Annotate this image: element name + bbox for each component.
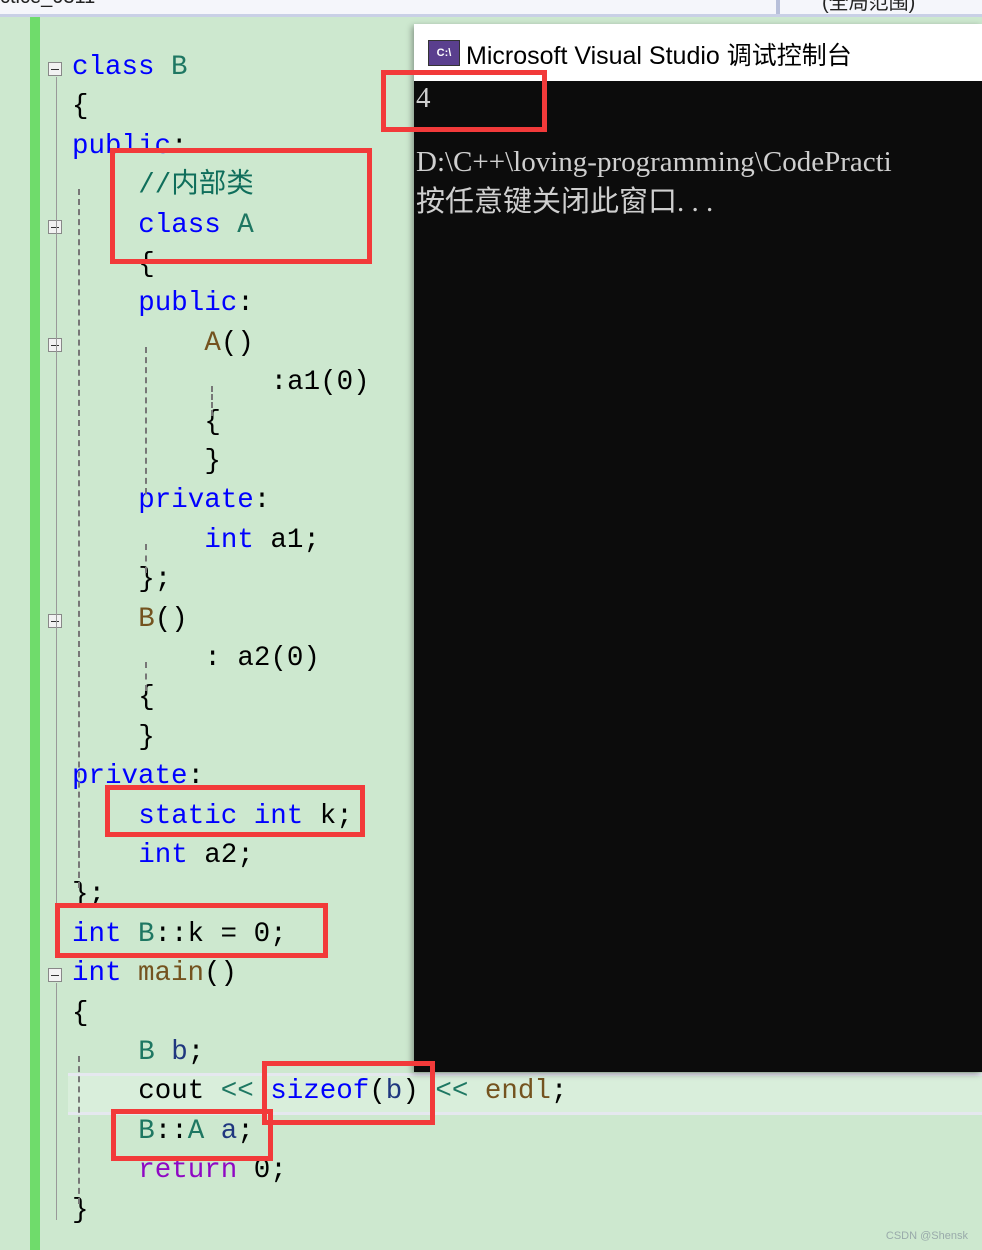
code-line[interactable]: int a1; — [204, 524, 320, 558]
code-line[interactable]: int a2; — [138, 839, 254, 873]
code-token: () — [154, 603, 188, 635]
code-token: << — [435, 1076, 469, 1108]
code-token: () — [220, 327, 254, 359]
console-output-line: 按任意键关闭此窗口. . . — [416, 186, 714, 218]
code-token: cout — [138, 1076, 205, 1108]
console-app-icon: C:\ — [428, 40, 460, 66]
code-line[interactable]: A() — [204, 327, 254, 361]
highlight-box-inner-instance — [111, 1109, 273, 1161]
code-line[interactable]: } — [72, 1194, 89, 1228]
code-token: a1; — [253, 524, 320, 556]
code-token: }; — [138, 564, 172, 596]
code-token: ; — [550, 1076, 568, 1108]
highlight-box-static-init — [55, 903, 328, 958]
indent-guide — [145, 662, 147, 692]
collapse-icon[interactable] — [48, 337, 62, 352]
code-token: main — [138, 958, 205, 990]
code-line[interactable]: class B — [72, 51, 188, 85]
collapse-icon[interactable] — [48, 62, 62, 76]
highlight-box-static-member — [105, 785, 365, 837]
code-token: int — [72, 958, 122, 990]
fold-range-line — [56, 628, 57, 747]
code-token: { — [72, 997, 89, 1029]
highlight-box-sizeof — [262, 1061, 435, 1125]
code-token: A — [204, 327, 221, 359]
highlight-box-output — [381, 70, 547, 132]
code-token: ) — [353, 367, 370, 399]
tab-separator — [776, 0, 780, 14]
editor-tab-bar: ctice_0311 (全局范围) — [0, 0, 982, 17]
console-title: Microsoft Visual Studio 调试控制台 — [466, 42, 852, 70]
code-token: : — [237, 288, 254, 320]
code-line[interactable]: { — [72, 90, 89, 124]
code-token: } — [72, 1194, 89, 1226]
collapse-icon[interactable] — [48, 219, 62, 234]
console-output-line: D:\C++\loving-programming\CodePracti — [416, 146, 892, 178]
code-line[interactable]: B b; — [138, 1036, 204, 1070]
code-line[interactable]: int main() — [72, 957, 237, 991]
code-token: a2; — [187, 840, 254, 871]
indent-guide — [145, 543, 147, 574]
code-token: () — [204, 958, 238, 990]
code-token: ; — [187, 1037, 205, 1068]
code-line[interactable]: public: — [138, 287, 254, 321]
code-line[interactable]: : a2(0) — [204, 642, 320, 676]
code-token: B — [138, 603, 155, 635]
code-token: int — [204, 524, 254, 556]
code-line[interactable]: private: — [138, 484, 270, 518]
code-token: b — [171, 1037, 188, 1068]
collapse-icon[interactable] — [48, 613, 62, 628]
indent-guide — [78, 1056, 80, 1204]
code-token: } — [204, 446, 221, 477]
code-token: public — [138, 288, 238, 320]
code-token: B — [138, 1037, 155, 1068]
fold-range-line — [56, 352, 57, 471]
code-token: endl — [484, 1076, 551, 1108]
collapse-icon[interactable] — [48, 968, 62, 983]
change-indicator-bar — [30, 17, 40, 1250]
indent-guide — [145, 346, 147, 495]
code-line[interactable]: } — [204, 445, 221, 479]
code-token: : a2(0) — [204, 643, 320, 674]
code-token: private — [138, 485, 254, 517]
indent-guide — [78, 819, 80, 889]
highlight-box-inner-class — [110, 148, 372, 264]
scope-dropdown[interactable]: (全局范围) — [822, 0, 915, 14]
code-line[interactable]: }; — [138, 563, 171, 597]
watermark: CSDN @Shensk — [885, 1230, 968, 1242]
code-line[interactable]: { — [72, 997, 89, 1031]
code-token: { — [72, 91, 89, 123]
code-token: : — [253, 485, 271, 517]
code-token: B — [171, 52, 188, 83]
code-line[interactable]: B() — [138, 603, 188, 637]
code-token: int — [138, 840, 188, 871]
code-token: 0 — [336, 367, 354, 399]
code-token: :a1( — [270, 367, 337, 399]
code-line[interactable]: } — [138, 721, 155, 755]
code-token: class — [72, 52, 155, 83]
file-tab[interactable]: ctice_0311 — [0, 0, 95, 9]
code-token: } — [138, 721, 155, 753]
code-line[interactable]: :a1(0) — [271, 366, 370, 400]
fold-range-line — [56, 983, 57, 1220]
debug-console-window[interactable]: C:\ Microsoft Visual Studio 调试控制台 4 D:\C… — [414, 24, 982, 1072]
indent-guide — [211, 386, 213, 416]
indent-guide — [78, 189, 80, 889]
code-token: << — [220, 1076, 254, 1108]
